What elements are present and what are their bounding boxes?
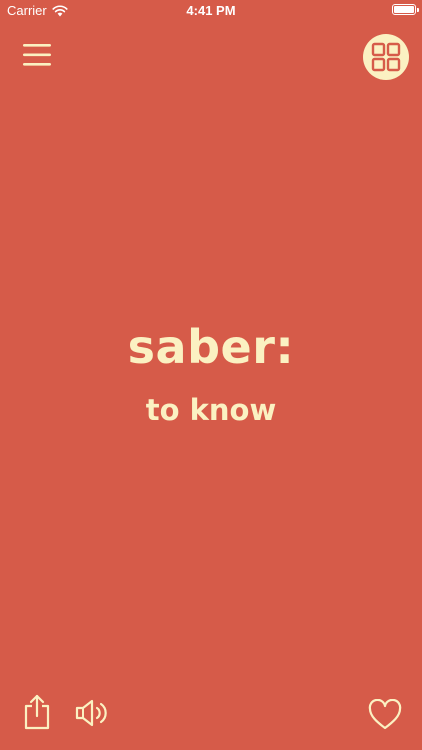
favorite-button[interactable] xyxy=(368,698,402,731)
battery-icon xyxy=(392,4,419,15)
hamburger-menu-icon xyxy=(23,44,51,66)
status-bar: Carrier 4:41 PM xyxy=(0,0,422,22)
menu-button[interactable] xyxy=(22,40,52,70)
share-button[interactable] xyxy=(22,694,52,730)
flashcard-word: saber: xyxy=(127,320,295,374)
pronounce-button[interactable] xyxy=(74,697,112,729)
speaker-icon xyxy=(75,699,107,727)
grid-view-button[interactable] xyxy=(363,34,409,80)
share-icon xyxy=(24,694,50,730)
status-time: 4:41 PM xyxy=(186,3,236,18)
grid-icon xyxy=(371,42,401,72)
flashcard-meaning: to know xyxy=(145,393,277,427)
heart-icon xyxy=(368,698,402,730)
